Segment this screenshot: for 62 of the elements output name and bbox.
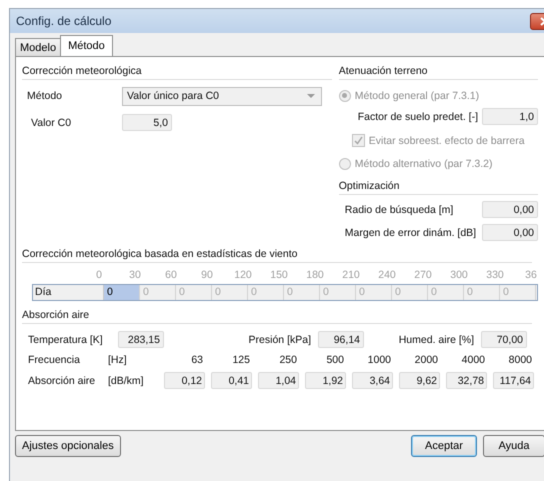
frequency-label: 2000 bbox=[414, 354, 439, 366]
frequency-label: 125 bbox=[231, 354, 251, 366]
absorption-field[interactable]: 32,78 bbox=[446, 372, 487, 389]
frequency-label: 4000 bbox=[460, 354, 486, 366]
temperature-field[interactable]: 283,15 bbox=[118, 331, 164, 348]
field-label: Método bbox=[26, 90, 64, 102]
absorption-field[interactable]: 117,64 bbox=[493, 372, 534, 389]
frequency-label: 63 bbox=[190, 354, 204, 366]
frequency-label: 250 bbox=[278, 354, 298, 366]
frequency-label: 8000 bbox=[508, 354, 533, 366]
field-label: Margen de error dinám. [dB] bbox=[344, 226, 478, 238]
field-label: Humed. aire [%] bbox=[398, 334, 475, 346]
humidity-field[interactable]: 70,00 bbox=[481, 331, 527, 348]
section-heading: Optimización bbox=[338, 177, 538, 195]
field-label: Presión [kPa] bbox=[248, 334, 312, 346]
angle-label: 240 bbox=[377, 269, 397, 282]
angle-label: 330 bbox=[485, 269, 505, 282]
number-field[interactable]: 0,00 bbox=[482, 224, 538, 241]
help-button[interactable]: Ayuda bbox=[483, 435, 544, 457]
c0-field[interactable]: 5,0 bbox=[122, 114, 172, 131]
section-heading: Corrección meteorológica basada en estadísticas de viento bbox=[22, 245, 532, 263]
field-label: Temperatura [K] bbox=[28, 334, 104, 346]
unit-label: [Hz] bbox=[108, 354, 128, 366]
angle-label: 300 bbox=[449, 269, 469, 282]
angle-label: 36 bbox=[524, 269, 538, 282]
angle-label: 90 bbox=[200, 269, 214, 282]
pressure-field[interactable]: 96,14 bbox=[318, 331, 364, 348]
absorption-field[interactable]: 1,92 bbox=[305, 372, 346, 389]
angle-label: 0 bbox=[95, 269, 103, 282]
section-heading: Atenuación terreno bbox=[338, 62, 538, 80]
angle-label: 210 bbox=[341, 269, 361, 282]
angle-label: 30 bbox=[128, 269, 142, 282]
angle-label: 150 bbox=[269, 269, 289, 282]
method-dropdown[interactable]: Valor único para C0 bbox=[122, 86, 322, 106]
field-label: Radio de búsqueda [m] bbox=[344, 204, 454, 216]
row-label: Absorción aire bbox=[28, 374, 96, 386]
field-label: Factor de suelo predet. [-] bbox=[356, 110, 478, 122]
tab[interactable]: Modelo bbox=[15, 38, 62, 56]
absorption-field[interactable]: 0,41 bbox=[211, 372, 252, 389]
angle-label: 180 bbox=[305, 269, 325, 282]
tab[interactable]: Método bbox=[60, 35, 113, 56]
angle-label: 60 bbox=[164, 269, 178, 282]
ground-factor-field[interactable]: 1,0 bbox=[482, 108, 538, 125]
caret-icon bbox=[307, 94, 315, 98]
optional-settings-button[interactable]: Ajustes opcionales bbox=[15, 435, 121, 457]
number-field[interactable]: 0,00 bbox=[482, 201, 538, 218]
grid-cell[interactable]: 0 bbox=[104, 285, 140, 300]
accept-button[interactable]: Aceptar bbox=[411, 435, 477, 457]
absorption-field[interactable]: 9,62 bbox=[399, 372, 440, 389]
field-label: Valor C0 bbox=[30, 116, 72, 128]
frequency-label: 1000 bbox=[366, 354, 392, 366]
row-label: Frecuencia bbox=[28, 354, 81, 366]
angle-label: 270 bbox=[413, 269, 433, 282]
absorption-field[interactable]: 1,04 bbox=[258, 372, 299, 389]
absorption-field[interactable]: 0,12 bbox=[164, 372, 205, 389]
section-heading: Corrección meteorológica bbox=[22, 62, 332, 80]
section-heading: Absorción aire bbox=[22, 306, 532, 324]
angle-label: 120 bbox=[233, 269, 253, 282]
window-title: Config. de cálculo bbox=[16, 14, 112, 28]
frequency-label: 500 bbox=[325, 354, 345, 366]
unit-label: [dB/km] bbox=[108, 374, 145, 386]
absorption-field[interactable]: 3,64 bbox=[352, 372, 393, 389]
